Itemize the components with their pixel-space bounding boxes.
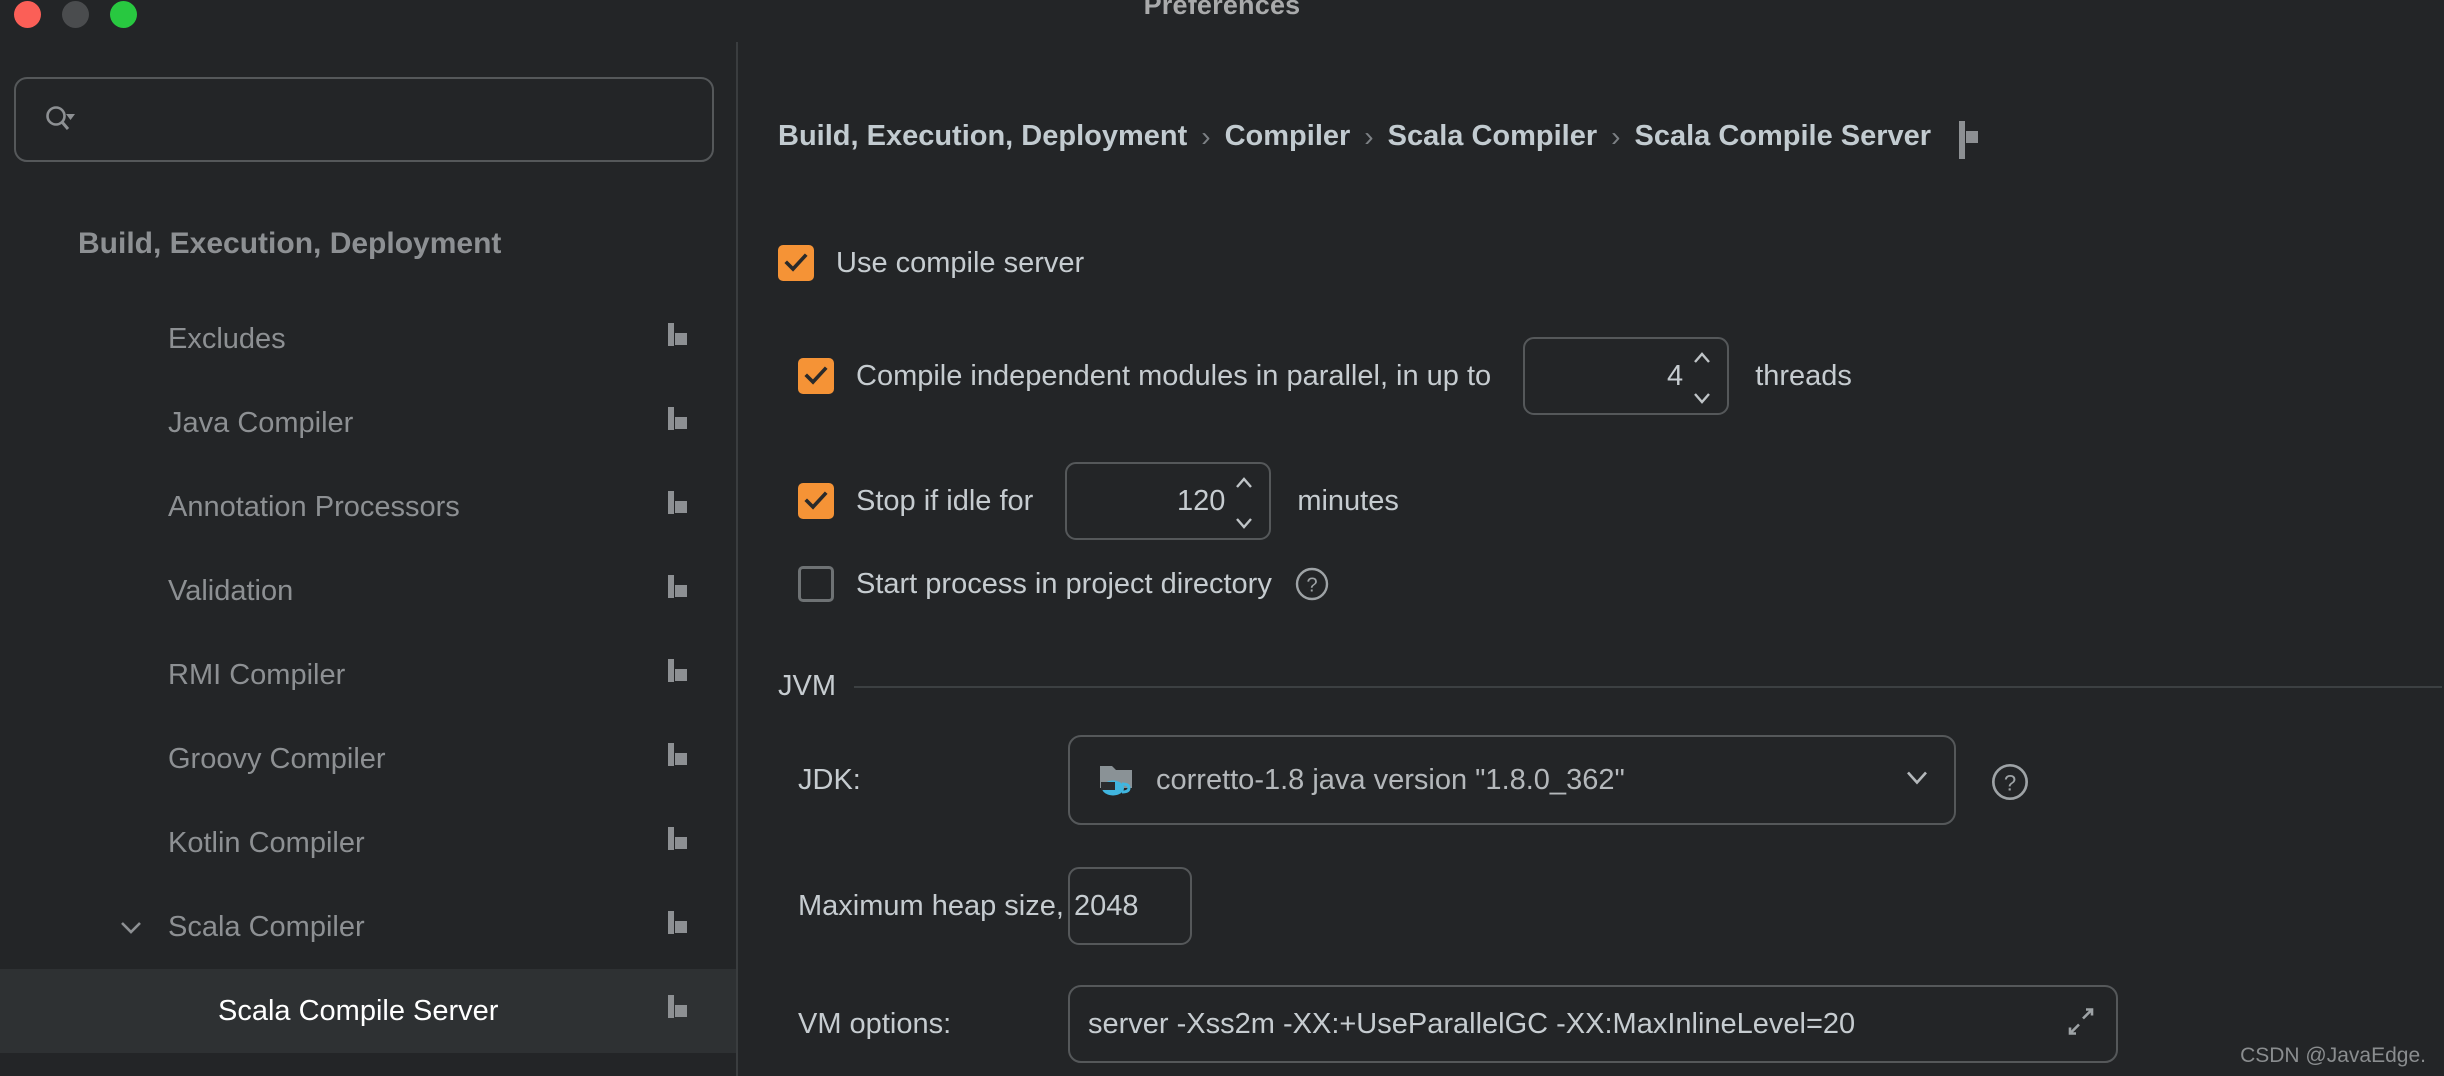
max-heap-field[interactable] <box>1068 867 1192 945</box>
parallel-threads-unit: threads <box>1755 359 1852 392</box>
project-scope-icon <box>668 659 694 688</box>
use-compile-server-label: Use compile server <box>836 246 1085 279</box>
sidebar-item-label: Annotation Processors <box>168 490 460 523</box>
idle-minutes-input[interactable] <box>1067 484 1226 518</box>
chevron-down-icon[interactable] <box>1904 769 1930 792</box>
breadcrumb-separator: › <box>1201 120 1211 152</box>
max-heap-label: Maximum heap size, MB: <box>798 889 1124 922</box>
parallel-threads-input[interactable] <box>1525 359 1684 393</box>
chevron-up-icon <box>1236 477 1253 488</box>
max-heap-input[interactable] <box>1070 869 1190 943</box>
sidebar-item-rmi-compiler[interactable]: RMI Compiler <box>0 633 736 717</box>
use-compile-server-row[interactable]: Use compile server <box>778 245 1084 281</box>
jdk-row: JDK: corretto-1.8 java version "1.8.0_36… <box>798 735 2418 825</box>
project-scope-icon <box>668 491 694 520</box>
sidebar-item-label: RMI Compiler <box>168 658 346 691</box>
vm-options-label: VM options: <box>798 1007 952 1040</box>
jdk-help-circle-icon[interactable]: ? <box>1990 762 2028 800</box>
title-bar: Preferences <box>0 0 2444 42</box>
search-icon <box>42 103 76 137</box>
svg-text:?: ? <box>1306 575 1317 597</box>
jvm-legend-row: JVM <box>778 670 2442 703</box>
breadcrumb-item-2[interactable]: Scala Compiler <box>1388 120 1598 153</box>
jdk-combobox[interactable]: corretto-1.8 java version "1.8.0_362" <box>1068 735 1956 825</box>
project-scope-icon <box>668 743 694 772</box>
sidebar-item-groovy-compiler[interactable]: Groovy Compiler <box>0 717 736 801</box>
stop-if-idle-checkbox[interactable] <box>798 483 834 519</box>
sidebar-item-label: Scala Compile Server <box>218 994 499 1027</box>
project-scope-icon <box>668 911 694 940</box>
window-title: Preferences <box>1143 0 1301 20</box>
sidebar-item-scala-compile-server[interactable]: Scala Compile Server <box>0 969 736 1053</box>
breadcrumb-item-0[interactable]: Build, Execution, Deployment <box>778 120 1187 153</box>
sidebar-item-label: Scala Compiler <box>168 910 365 943</box>
sidebar-item-label: Groovy Compiler <box>168 742 386 775</box>
jdk-value: corretto-1.8 java version "1.8.0_362" <box>1156 763 1625 796</box>
start-in-project-dir-checkbox[interactable] <box>798 566 834 602</box>
preferences-window: Preferences Build, Execution, Deployment… <box>0 0 2444 1076</box>
project-scope-icon <box>668 995 694 1024</box>
breadcrumb-item-1[interactable]: Compiler <box>1225 120 1351 153</box>
stop-if-idle-label: Stop if idle for <box>856 484 1034 517</box>
idle-minutes-unit: minutes <box>1297 484 1399 517</box>
sidebar-item-label: Validation <box>168 574 294 607</box>
watermark: CSDN @JavaEdge. <box>2240 1044 2426 1067</box>
parallel-modules-label: Compile independent modules in parallel,… <box>856 359 1492 392</box>
settings-main-panel: Build, Execution, Deployment › Compiler … <box>738 42 2444 1076</box>
sidebar-item-scala-compiler[interactable]: Scala Compiler <box>0 885 736 969</box>
sidebar-item-label: Kotlin Compiler <box>168 826 365 859</box>
project-scope-icon <box>668 407 694 436</box>
breadcrumb-separator: › <box>1364 120 1374 152</box>
stop-if-idle-row[interactable]: Stop if idle for minutes <box>798 462 1399 540</box>
spinner-arrows[interactable] <box>1691 351 1713 405</box>
help-circle-icon[interactable]: ? <box>1294 566 1330 602</box>
sidebar-item-label: Java Compiler <box>168 406 354 439</box>
project-scope-icon <box>668 575 694 604</box>
breadcrumb-separator: › <box>1611 120 1621 152</box>
preferences-body: Build, Execution, Deployment Excludes Jav… <box>0 42 2444 1076</box>
vm-options-input[interactable] <box>1070 987 2116 1061</box>
idle-minutes-spinner[interactable] <box>1065 462 1272 540</box>
max-heap-row: Maximum heap size, MB: <box>798 867 1192 945</box>
vm-options-field[interactable] <box>1068 985 2118 1063</box>
jvm-legend: JVM <box>778 670 836 702</box>
jdk-label: JDK: <box>798 763 861 796</box>
jvm-divider <box>854 685 2442 688</box>
project-scope-icon <box>668 827 694 856</box>
search-input[interactable] <box>76 104 712 135</box>
parallel-threads-spinner[interactable] <box>1523 337 1730 415</box>
vm-options-row: VM options: <box>798 985 2118 1063</box>
sidebar-item-kotlin-compiler[interactable]: Kotlin Compiler <box>0 801 736 885</box>
use-compile-server-checkbox[interactable] <box>778 245 814 281</box>
sidebar-item-validation[interactable]: Validation <box>0 549 736 633</box>
sidebar-item-excludes[interactable]: Excludes <box>0 297 736 381</box>
expand-diagonal-icon[interactable] <box>2064 1005 2098 1044</box>
breadcrumb: Build, Execution, Deployment › Compiler … <box>778 120 1985 159</box>
chevron-up-icon <box>1694 352 1711 363</box>
start-in-project-dir-row[interactable]: Start process in project directory ? <box>798 566 1330 602</box>
settings-sidebar: Build, Execution, Deployment Excludes Jav… <box>0 42 738 1076</box>
sidebar-item-annotation-processors[interactable]: Annotation Processors <box>0 465 736 549</box>
breadcrumb-item-3: Scala Compile Server <box>1634 120 1932 152</box>
parallel-modules-row[interactable]: Compile independent modules in parallel,… <box>798 337 1852 415</box>
chevron-down-icon <box>1236 518 1253 529</box>
sidebar-group-title: Build, Execution, Deployment <box>78 227 502 260</box>
jvm-section: JVM <box>778 670 2442 703</box>
svg-text:?: ? <box>2004 770 2016 795</box>
sidebar-item-java-compiler[interactable]: Java Compiler <box>0 381 736 465</box>
project-scope-icon <box>1959 120 1985 159</box>
sidebar-item-list: Excludes Java Compiler Annotation Processo… <box>0 297 736 1076</box>
sidebar-item-label: Excludes <box>168 322 286 355</box>
chevron-down-icon[interactable] <box>118 914 144 940</box>
jdk-folder-java-icon <box>1096 758 1136 803</box>
chevron-down-icon <box>1694 393 1711 404</box>
spinner-arrows[interactable] <box>1233 476 1255 530</box>
parallel-modules-checkbox[interactable] <box>798 358 834 394</box>
settings-search-box[interactable] <box>14 77 714 162</box>
project-scope-icon <box>668 323 694 352</box>
start-in-project-dir-label: Start process in project directory <box>856 567 1272 600</box>
sidebar-item-bytecode-indices[interactable]: Bytecode Indices <box>0 1053 736 1076</box>
